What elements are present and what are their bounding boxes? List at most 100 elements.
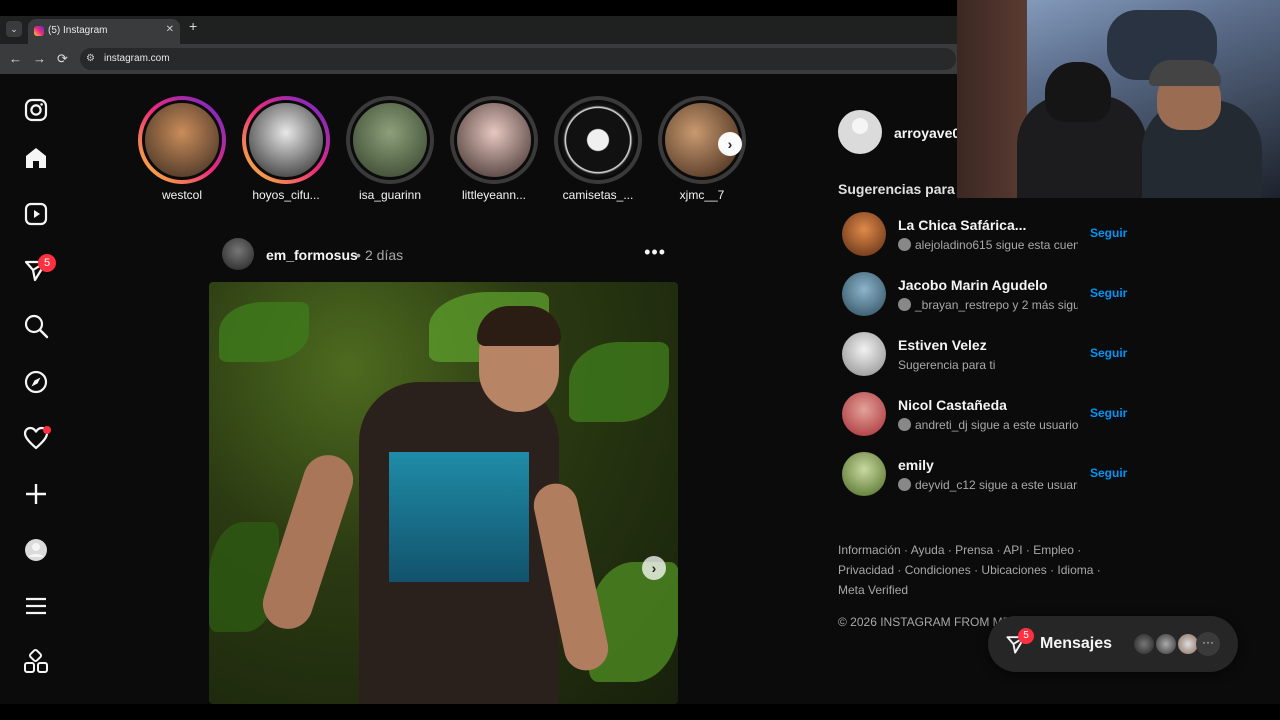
explore-icon[interactable]: [22, 368, 50, 396]
post-timestamp: 2 días: [365, 247, 404, 263]
mutual-avatar: [898, 298, 911, 311]
suggestion-reason-text: alejoladino615 sigue esta cuenta: [915, 238, 1078, 252]
suggestion-name[interactable]: La Chica Safárica...: [898, 217, 1026, 233]
bottom-black-strip: [0, 704, 1280, 720]
tab-search-button[interactable]: ⌄: [6, 21, 22, 37]
suggestion-avatar[interactable]: [842, 392, 886, 436]
story-item[interactable]: westcol: [137, 96, 227, 202]
suggestion-reason-text: deyvid_c12 sigue a este usuario: [915, 478, 1078, 492]
post-more-options-icon[interactable]: •••: [644, 242, 666, 263]
suggestion-name[interactable]: emily: [898, 457, 934, 473]
suggestion-avatar[interactable]: [842, 452, 886, 496]
search-icon[interactable]: [22, 312, 50, 340]
reels-icon[interactable]: [22, 200, 50, 228]
profile-icon[interactable]: [22, 536, 50, 564]
suggestion-row: Jacobo Marin Agudelo _brayan_restrepo y …: [842, 272, 1132, 316]
messages-floating-button[interactable]: 5 Mensajes ···: [988, 616, 1238, 672]
follow-button[interactable]: Seguir: [1090, 346, 1127, 360]
current-user-username[interactable]: arroyave0: [894, 125, 960, 141]
suggestion-avatar[interactable]: [842, 332, 886, 376]
suggestion-reason: _brayan_restrepo y 2 más siguen esta cue…: [898, 298, 1078, 312]
carousel-next-button[interactable]: ›: [642, 556, 666, 580]
story-item[interactable]: camisetas_...: [553, 96, 643, 202]
instagram-favicon-icon: [34, 26, 44, 36]
follow-button[interactable]: Seguir: [1090, 286, 1127, 300]
webcam-person-head: [1045, 62, 1111, 122]
post-author-avatar[interactable]: [222, 238, 254, 270]
new-tab-button[interactable]: +: [189, 18, 197, 34]
tab-title: (5) Instagram: [48, 25, 108, 36]
menu-icon[interactable]: [22, 592, 50, 620]
photo-shirt-print: [389, 452, 529, 582]
url-text: instagram.com: [104, 53, 170, 64]
suggestions-title: Sugerencias para ti: [838, 181, 968, 197]
follow-button[interactable]: Seguir: [1090, 466, 1127, 480]
story-avatar: [350, 100, 430, 180]
suggestion-row: Nicol Castañeda andreti_dj sigue a este …: [842, 392, 1132, 436]
story-ring: [138, 96, 226, 184]
post-header: em_formosus • 2 días •••: [222, 238, 678, 272]
create-icon[interactable]: [22, 480, 50, 508]
post-separator: •: [356, 247, 361, 263]
suggestion-avatar[interactable]: [842, 212, 886, 256]
story-avatar: [246, 100, 326, 180]
apps-icon[interactable]: [22, 648, 50, 676]
instagram-logo-icon[interactable]: [22, 96, 50, 124]
back-button[interactable]: ←: [9, 51, 22, 66]
suggestion-row: Estiven Velez Sugerencia para ti Seguir: [842, 332, 1132, 376]
story-item[interactable]: isa_guarinn: [345, 96, 435, 202]
story-username: camisetas_...: [562, 188, 634, 202]
story-ring: [554, 96, 642, 184]
stories-next-button[interactable]: ›: [718, 132, 742, 156]
suggestion-row: emily deyvid_c12 sigue a este usuario Se…: [842, 452, 1132, 496]
story-username: westcol: [161, 188, 202, 202]
foliage: [569, 342, 669, 422]
post-media[interactable]: ›: [209, 282, 678, 704]
browser-tab-instagram[interactable]: (5) Instagram ✕: [28, 19, 180, 44]
screen: ⌄ (5) Instagram ✕ + ← → ⟳ ⚙ instagram.co…: [0, 0, 1280, 720]
story-item[interactable]: hoyos_cifu...: [241, 96, 331, 202]
mutual-avatar: [898, 238, 911, 251]
footer-links[interactable]: Información · Ayuda · Prensa · API · Emp…: [838, 540, 1108, 600]
follow-button[interactable]: Seguir: [1090, 406, 1127, 420]
instagram-sidebar: 5: [0, 74, 72, 704]
suggestion-reason-text: Sugerencia para ti: [898, 358, 996, 372]
messages-label: Mensajes: [1040, 635, 1113, 652]
story-username: isa_guarinn: [358, 188, 422, 202]
post-author-username[interactable]: em_formosus: [266, 247, 358, 263]
suggestion-name[interactable]: Estiven Velez: [898, 337, 987, 353]
messages-badge: 5: [1018, 628, 1034, 644]
webcam-cap: [1149, 60, 1221, 86]
suggestion-reason: alejoladino615 sigue esta cuenta: [898, 238, 1078, 252]
suggestion-avatar[interactable]: [842, 272, 886, 316]
more-conversations-icon: ···: [1196, 632, 1220, 656]
suggestion-reason: Sugerencia para ti: [898, 358, 1078, 372]
reload-button[interactable]: ⟳: [57, 51, 68, 67]
story-username: xjmc__7: [679, 188, 725, 202]
webcam-overlay: [957, 0, 1280, 198]
story-ring: [450, 96, 538, 184]
suggestion-name[interactable]: Nicol Castañeda: [898, 397, 1007, 413]
forward-button[interactable]: →: [33, 51, 46, 66]
suggestion-row: La Chica Safárica... alejoladino615 sigu…: [842, 212, 1132, 256]
story-item[interactable]: littleyeann...: [449, 96, 539, 202]
notifications-dot: [43, 426, 51, 434]
mutual-avatar: [898, 418, 911, 431]
tab-close-icon[interactable]: ✕: [166, 24, 174, 35]
conversation-avatar: [1154, 632, 1178, 656]
suggestion-name[interactable]: Jacobo Marin Agudelo: [898, 277, 1048, 293]
home-icon[interactable]: [22, 144, 50, 172]
current-user-avatar[interactable]: [838, 110, 882, 154]
photo-subject-hair: [477, 306, 561, 346]
story-avatar: [142, 100, 222, 180]
story-ring: [242, 96, 330, 184]
story-avatar: [454, 100, 534, 180]
url-field[interactable]: ⚙ instagram.com: [80, 48, 956, 70]
site-info-icon[interactable]: ⚙: [86, 53, 95, 64]
messages-badge: 5: [38, 254, 56, 272]
story-username: littleyeann...: [461, 188, 527, 202]
follow-button[interactable]: Seguir: [1090, 226, 1127, 240]
story-avatar: [558, 100, 638, 180]
conversation-avatar: [1132, 632, 1156, 656]
story-username: hoyos_cifu...: [252, 188, 320, 202]
